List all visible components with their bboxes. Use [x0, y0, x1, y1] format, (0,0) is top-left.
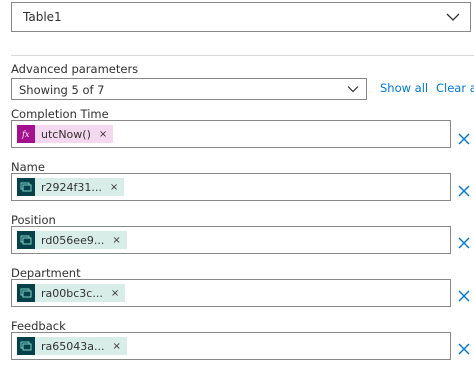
dataverse-table-icon [17, 284, 35, 302]
token-text: ra65043a... [41, 339, 105, 353]
token-remove-icon[interactable]: × [111, 288, 125, 299]
dynamic-content-token[interactable]: rd056ee9... × [17, 231, 127, 249]
param-label-completion-time: Completion Time [11, 107, 109, 121]
svg-text:fx: fx [21, 130, 30, 139]
table-name-dropdown[interactable]: Table1 [11, 2, 471, 32]
token-text: utcNow() [41, 127, 91, 141]
dataverse-table-icon [17, 231, 35, 249]
chevron-down-icon [347, 86, 359, 93]
advanced-parameters-value: Showing 5 of 7 [19, 83, 105, 97]
token-remove-icon[interactable]: × [112, 235, 126, 246]
name-field[interactable]: r2924f31... × [11, 173, 451, 201]
param-label-feedback: Feedback [11, 319, 66, 333]
advanced-parameters-dropdown[interactable]: Showing 5 of 7 [11, 78, 367, 100]
table-name-value: Table1 [23, 10, 62, 24]
advanced-parameters-label: Advanced parameters [11, 62, 139, 76]
dataverse-table-icon [17, 178, 35, 196]
remove-parameter-icon[interactable] [458, 343, 470, 355]
param-label-position: Position [11, 213, 56, 227]
param-label-department: Department [11, 266, 81, 280]
remove-parameter-icon[interactable] [458, 133, 470, 145]
dynamic-content-token[interactable]: ra65043a... × [17, 337, 127, 355]
fx-icon: fx [17, 125, 35, 143]
param-label-name: Name [11, 160, 45, 174]
token-text: rd056ee9... [41, 233, 105, 247]
remove-parameter-icon[interactable] [458, 185, 470, 197]
action-parameters-panel: Table1 Advanced parameters Showing 5 of … [0, 0, 474, 367]
remove-parameter-icon[interactable] [458, 237, 470, 249]
feedback-field[interactable]: ra65043a... × [11, 332, 451, 360]
token-remove-icon[interactable]: × [99, 129, 113, 140]
token-text: ra00bc3c... [41, 286, 103, 300]
chevron-down-icon [446, 13, 460, 21]
token-text: r2924f31... [41, 180, 102, 194]
expression-token[interactable]: fx utcNow() × [17, 125, 114, 143]
token-remove-icon[interactable]: × [110, 182, 124, 193]
section-divider [11, 55, 474, 56]
completion-time-field[interactable]: fx utcNow() × [11, 120, 451, 148]
dataverse-table-icon [17, 337, 35, 355]
department-field[interactable]: ra00bc3c... × [11, 279, 451, 307]
dynamic-content-token[interactable]: r2924f31... × [17, 178, 125, 196]
token-remove-icon[interactable]: × [113, 341, 127, 352]
show-all-link[interactable]: Show all [380, 81, 428, 95]
clear-all-link[interactable]: Clear al [436, 81, 474, 95]
remove-parameter-icon[interactable] [458, 290, 470, 302]
position-field[interactable]: rd056ee9... × [11, 226, 451, 254]
dynamic-content-token[interactable]: ra00bc3c... × [17, 284, 126, 302]
